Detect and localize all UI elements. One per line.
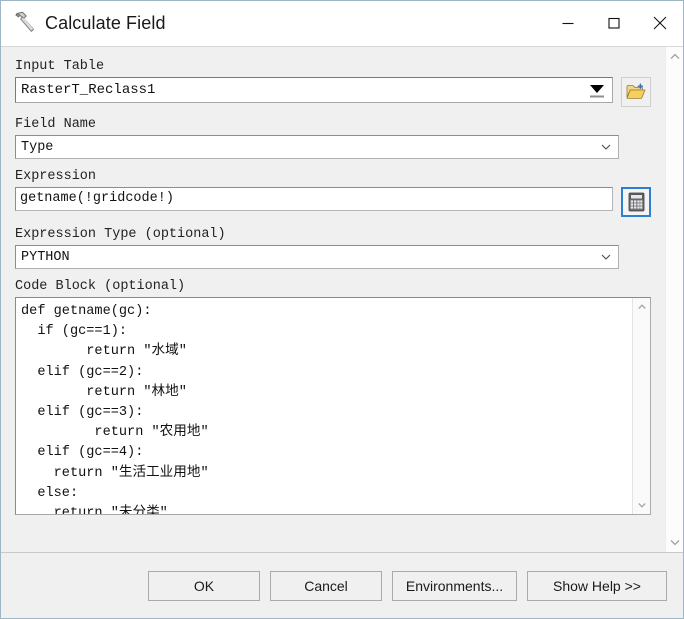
maximize-button[interactable] <box>591 1 637 45</box>
code-block-text[interactable]: def getname(gc): if (gc==1): return ″水域″… <box>16 298 632 514</box>
hammer-tool-icon <box>15 11 34 32</box>
scroll-track[interactable] <box>666 67 683 532</box>
window-title: Calculate Field <box>45 12 166 33</box>
chevron-down-icon <box>637 503 646 508</box>
browse-input-table-button[interactable] <box>621 77 651 107</box>
expression-type-row: Expression Type (optional) PYTHON <box>15 227 651 269</box>
minimize-icon <box>562 22 574 25</box>
close-icon <box>653 16 667 30</box>
field-name-row: Field Name Type <box>15 117 651 159</box>
dialog-scrollbar[interactable] <box>665 47 683 552</box>
maximize-icon <box>608 17 620 29</box>
close-button[interactable] <box>637 1 683 45</box>
expression-input[interactable]: getname(!gridcode!) <box>15 187 613 211</box>
minimize-button[interactable] <box>545 1 591 45</box>
parameters-panel: Input Table RasterT_Reclass1 Field Name … <box>1 47 665 552</box>
calculator-icon <box>628 192 644 212</box>
input-table-combobox[interactable]: RasterT_Reclass1 <box>15 77 613 103</box>
scroll-down-button[interactable] <box>666 532 684 552</box>
code-block-scrollbar[interactable] <box>632 298 650 514</box>
show-help-button[interactable]: Show Help >> <box>527 570 667 601</box>
open-folder-icon <box>626 83 646 99</box>
input-table-label: Input Table <box>15 59 105 74</box>
dialog-footer: OK Cancel Environments... Show Help >> <box>1 552 683 618</box>
dialog-body: Input Table RasterT_Reclass1 Field Name … <box>1 46 683 552</box>
code-block-editor[interactable]: def getname(gc): if (gc==1): return ″水域″… <box>15 297 651 515</box>
chevron-down-icon[interactable] <box>594 251 618 263</box>
code-block-label: Code Block (optional) <box>15 279 186 294</box>
ok-button[interactable]: OK <box>148 570 260 601</box>
field-name-label: Field Name <box>15 117 97 132</box>
field-name-value: Type <box>21 139 54 155</box>
expression-label: Expression <box>15 169 97 184</box>
expression-builder-button[interactable] <box>621 187 651 217</box>
expression-row: Expression getname(!gridcode!) <box>15 169 651 217</box>
chevron-up-icon <box>637 304 646 309</box>
calculate-field-dialog: Calculate Field Input Table RasterT_Recl… <box>0 0 684 619</box>
code-scroll-up-button[interactable] <box>633 298 650 316</box>
scroll-up-button[interactable] <box>666 47 684 67</box>
code-scroll-track[interactable] <box>633 316 650 496</box>
input-table-value: RasterT_Reclass1 <box>21 82 156 98</box>
expression-type-label: Expression Type (optional) <box>15 227 226 242</box>
chevron-up-icon <box>670 53 679 60</box>
cancel-button[interactable]: Cancel <box>270 570 382 601</box>
field-name-combobox[interactable]: Type <box>15 135 619 159</box>
caret-down-filled-icon[interactable] <box>582 78 612 102</box>
code-scroll-down-button[interactable] <box>633 496 650 514</box>
chevron-down-icon[interactable] <box>594 141 618 153</box>
input-table-row: Input Table RasterT_Reclass1 <box>15 59 651 107</box>
environments-button[interactable]: Environments... <box>392 570 517 601</box>
chevron-down-icon <box>670 539 679 546</box>
code-block-row: Code Block (optional) def getname(gc): i… <box>15 279 651 515</box>
expression-type-combobox[interactable]: PYTHON <box>15 245 619 269</box>
window-controls <box>545 1 683 45</box>
title-bar: Calculate Field <box>1 1 683 46</box>
expression-type-value: PYTHON <box>21 249 70 265</box>
